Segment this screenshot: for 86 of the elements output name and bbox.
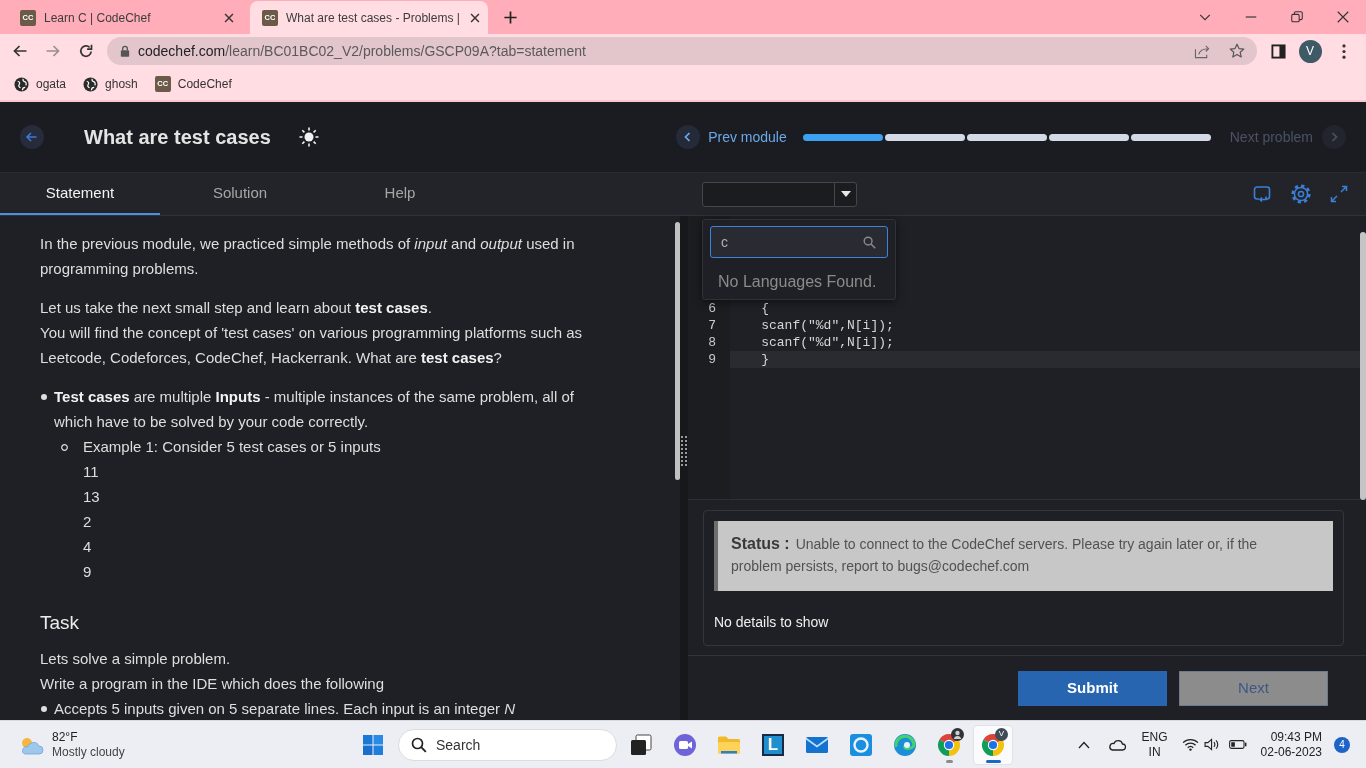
list-item-text: Example 1: Consider 5 test cases or 5 inputs: [83, 437, 382, 457]
clock-date[interactable]: 02-06-2023: [1260, 744, 1322, 760]
line-number: 7: [708, 317, 716, 334]
bookmark[interactable]: ogata: [14, 75, 67, 93]
search-icon: [411, 736, 427, 753]
chevron-up-icon[interactable]: [1077, 740, 1090, 749]
share-icon[interactable]: [1194, 43, 1211, 59]
sun-icon[interactable]: [298, 127, 319, 147]
profile-badge: V: [995, 727, 1008, 741]
settings-icon[interactable]: [1290, 183, 1312, 205]
scrollbar[interactable]: [675, 222, 680, 480]
notification-badge[interactable]: 4: [1334, 736, 1350, 753]
lock-icon: [120, 45, 130, 57]
letter-tile-icon: L: [762, 733, 784, 756]
browser-icon: [981, 732, 1005, 757]
person-badge-icon: [951, 727, 964, 741]
windows-logo-icon[interactable]: [363, 734, 383, 755]
wave-browser-icon: [893, 732, 917, 757]
sample-value: 9: [83, 562, 92, 582]
search-field[interactable]: c: [710, 226, 888, 258]
menu-icon[interactable]: [1342, 43, 1346, 59]
task-view-icon: [630, 733, 652, 756]
ring-bullet-icon: [61, 444, 68, 451]
sample-value: 2: [83, 512, 92, 532]
globe-icon: [14, 76, 29, 92]
search-icon: [863, 236, 876, 249]
statement-text: Let us take the next small step and learn about test cases.: [40, 298, 433, 318]
statement-text: In the previous module, we practiced simple methods of input and output used in programming problems.: [40, 234, 576, 279]
battery-icon[interactable]: [1228, 740, 1247, 749]
empty-message: No Languages Found.: [718, 272, 877, 292]
line-number: 9: [708, 351, 716, 368]
expand-icon[interactable]: [1330, 185, 1348, 203]
status-message: Status : Unable to connect to the CodeChef servers. Please try again later or, if the problem persists, report to bugs@codechef.com: [714, 521, 1333, 591]
mail-icon: [805, 734, 829, 755]
restore-icon[interactable]: [1290, 10, 1304, 24]
list-item-text: Accepts 5 inputs given on 5 separate lines. Each input is an integer N: [54, 699, 517, 719]
region-indicator[interactable]: IN: [1141, 744, 1168, 760]
statement-text: Lets solve a simple problem.: [40, 649, 232, 669]
folder-icon: [717, 734, 741, 755]
ring-tile-icon: [849, 732, 873, 757]
weather-text: Mostly cloudy: [52, 744, 125, 760]
sample-value: 4: [83, 537, 92, 557]
taskbar-app[interactable]: V: [973, 724, 1013, 765]
sample-value: 13: [83, 487, 100, 507]
cloud-icon[interactable]: [1107, 738, 1126, 751]
code-line: scanf("%d",N[i]);: [760, 317, 894, 334]
address-bar[interactable]: codechef.com/learn/BC01BC02_V2/problems/GSCP09A?tab=statement: [107, 37, 1257, 65]
code-line: scanf("%d",N[i]);: [760, 334, 894, 351]
language-indicator[interactable]: ENG: [1141, 729, 1168, 745]
search-field[interactable]: Search: [398, 728, 617, 761]
bullet-icon: [41, 706, 47, 712]
plus-icon[interactable]: [502, 9, 518, 25]
close-icon[interactable]: [1336, 10, 1350, 24]
prev-module-link[interactable]: Prev module: [708, 126, 787, 148]
profile-avatar[interactable]: V: [1298, 39, 1322, 63]
video-camera-icon: [673, 732, 697, 757]
details-text: No details to show: [714, 613, 829, 632]
scrollbar[interactable]: [1360, 232, 1366, 500]
bookmark[interactable]: ghosh: [83, 75, 138, 93]
submit-button[interactable]: Submit: [1018, 670, 1167, 706]
return-arrow-icon[interactable]: [1252, 184, 1272, 204]
statement-text: Write a program in the IDE which does the following: [40, 674, 386, 694]
chevron-left-icon[interactable]: [676, 125, 701, 149]
tab[interactable]: Solution: [160, 173, 320, 215]
wifi-icon[interactable]: [1181, 738, 1199, 751]
section-heading: Task: [40, 611, 81, 635]
bullet-icon: [41, 394, 47, 400]
tab[interactable]: Help: [320, 173, 480, 215]
caret-icon: [840, 191, 851, 197]
statement-text: You will find the concept of 'test cases' on various programming platforms such as Leetcode, Codeforces, CodeChef, Hackerrank. What are test cases?: [40, 323, 584, 368]
back-arrow-icon[interactable]: [12, 43, 28, 59]
taskbar-app[interactable]: L: [753, 724, 793, 765]
temperature-text: 82°F: [52, 729, 79, 745]
speaker-icon[interactable]: [1203, 738, 1221, 751]
globe-icon: [83, 76, 99, 92]
reload-icon[interactable]: [78, 43, 94, 59]
star-icon[interactable]: [1229, 43, 1245, 59]
code-line: {: [760, 300, 769, 317]
page-title: What are test cases: [84, 125, 271, 150]
line-number: 6: [708, 300, 716, 317]
sample-value: 11: [83, 462, 99, 482]
side-panel-icon[interactable]: [1270, 43, 1286, 59]
line-number: 8: [708, 334, 716, 351]
drag-handle-icon[interactable]: [681, 436, 687, 466]
clock-time[interactable]: 09:43 PM: [1260, 729, 1322, 745]
list-item-text: Test cases are multiple Inputs - multiple instances of the same problem, all of which have to be solved by your code correctly.: [54, 387, 575, 432]
